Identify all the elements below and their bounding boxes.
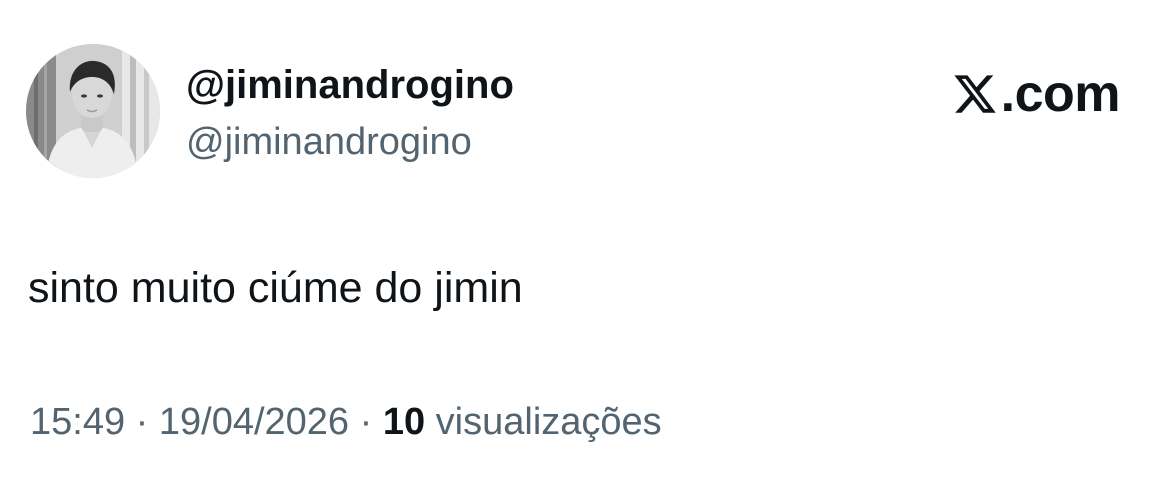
x-brand: .com <box>952 65 1121 123</box>
profile-photo-icon <box>26 44 160 178</box>
brand-domain-text: .com <box>1000 65 1121 123</box>
avatar[interactable] <box>26 44 160 178</box>
author-handle[interactable]: @jiminandrogino <box>186 120 514 164</box>
meta-separator: · <box>125 401 159 443</box>
tweet-time[interactable]: 15:49 <box>30 401 125 443</box>
author-names: @jiminandrogino @jiminandrogino <box>186 62 514 164</box>
meta-separator: · <box>349 401 383 443</box>
tweet-card: @jiminandrogino @jiminandrogino .com sin… <box>0 0 1170 496</box>
tweet-meta: 15:49 · 19/04/2026 · 10 visualizações <box>30 398 662 446</box>
views-label: visualizações <box>425 401 662 443</box>
x-logo-icon <box>954 75 996 113</box>
views-count: 10 <box>382 401 426 443</box>
tweet-text: sinto muito ciúme do jimin <box>28 264 523 312</box>
tweet-date[interactable]: 19/04/2026 <box>159 401 349 443</box>
author-display-name[interactable]: @jiminandrogino <box>186 62 514 108</box>
